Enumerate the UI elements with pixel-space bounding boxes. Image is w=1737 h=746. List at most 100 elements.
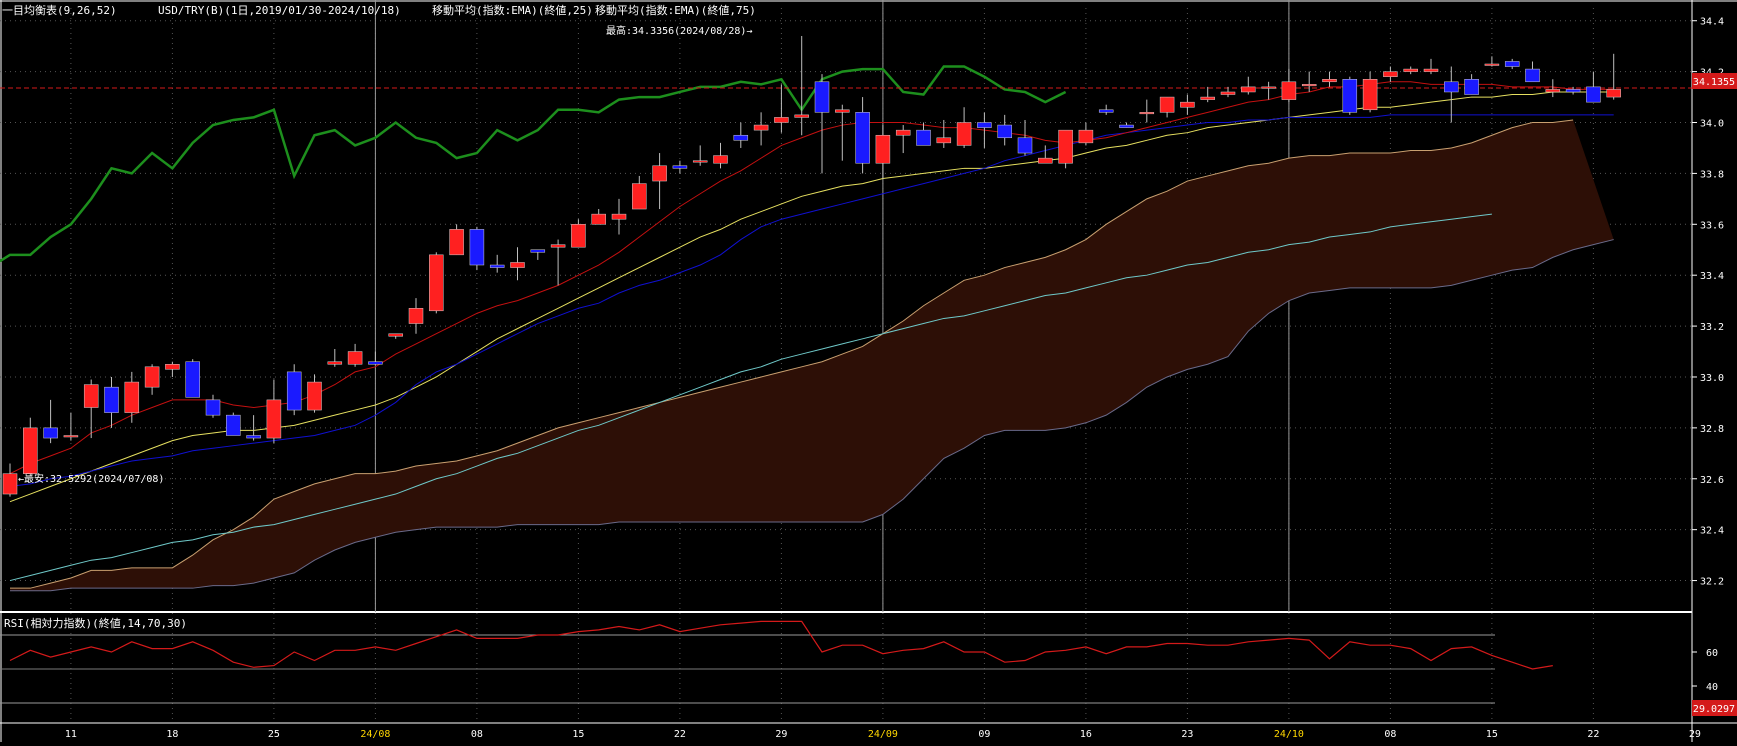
price-tick-label: 32.6: [1700, 475, 1724, 486]
rsi-value-tag: 29.0297: [1693, 704, 1735, 715]
time-tick-label: 16: [1080, 729, 1092, 740]
candle-up: [1301, 84, 1317, 87]
candle-up: [713, 155, 728, 164]
candle-up: [1545, 89, 1561, 93]
candle-up: [83, 384, 99, 408]
price-tick-label: 32.2: [1700, 577, 1724, 588]
candle-up: [632, 183, 647, 210]
price-tick-label: 33.8: [1700, 169, 1724, 180]
candle-up: [449, 229, 464, 256]
price-tick-label: 33.2: [1700, 322, 1724, 333]
candle-up: [1484, 63, 1500, 66]
candle-up: [875, 134, 891, 164]
candle-up: [2, 473, 18, 495]
time-tick-label: 24/09: [868, 729, 898, 740]
candle-up: [1281, 81, 1297, 100]
time-tick-label: 09: [978, 729, 990, 740]
candle-up: [652, 165, 667, 182]
last-price-tag: 34.1355: [1693, 77, 1735, 88]
time-tick-label: 15: [572, 729, 584, 740]
candle-up: [408, 308, 424, 324]
rsi-tick-label: 40: [1706, 682, 1718, 693]
candle-up: [611, 213, 627, 220]
candle-down: [1504, 61, 1520, 67]
candle-up: [1058, 129, 1073, 164]
candle-up: [23, 427, 38, 474]
price-tick-label: 34.4: [1700, 17, 1724, 28]
candle-down: [1017, 137, 1033, 154]
candle-down: [1119, 124, 1134, 128]
candle-up: [124, 381, 140, 413]
candle-up: [429, 254, 444, 312]
low-annotation: ←最安:32.5292(2024/07/08): [18, 472, 164, 485]
candle-down: [368, 361, 383, 365]
candle-up: [63, 435, 79, 438]
time-tick-label: 29: [1689, 729, 1701, 740]
candle-down: [1464, 79, 1479, 95]
price-tick-label: 33.6: [1700, 220, 1724, 231]
price-tick-label: 33.0: [1700, 373, 1724, 384]
candle-up: [1220, 91, 1236, 95]
candlestick-chart: 34.434.234.033.833.633.433.233.032.832.6…: [0, 0, 1737, 742]
candle-up: [753, 124, 769, 131]
candle-down: [733, 134, 749, 141]
candle-down: [246, 435, 261, 439]
candle-up: [1322, 79, 1337, 83]
candle-up: [327, 361, 343, 365]
candle-down: [916, 129, 931, 146]
time-tick-label: 25: [268, 729, 280, 740]
time-tick-label: 22: [674, 729, 686, 740]
time-tick-label: 22: [1587, 729, 1599, 740]
chart-area[interactable]: 34.434.234.033.833.633.433.233.032.832.6…: [0, 0, 1737, 742]
candle-up: [165, 364, 180, 370]
candle-up: [1139, 112, 1155, 115]
price-tick-label: 33.4: [1700, 271, 1724, 282]
legend-ema25: 移動平均(指数:EMA)(終値,25): [432, 3, 593, 17]
candle-up: [1078, 129, 1094, 144]
price-tick-label: 32.4: [1700, 526, 1724, 537]
time-tick-label: 08: [471, 729, 483, 740]
candle-up: [1362, 79, 1378, 111]
candle-down: [1565, 89, 1581, 93]
candle-down: [997, 124, 1012, 139]
time-tick-label: 08: [1384, 729, 1396, 740]
rsi-tick-label: 60: [1706, 648, 1718, 659]
price-tick-label: 32.8: [1700, 424, 1724, 435]
candle-up: [1038, 157, 1053, 164]
legend-ema75: 移動平均(指数:EMA)(終値,75): [595, 3, 756, 17]
candle-down: [855, 112, 870, 164]
candle-down: [104, 386, 119, 413]
candle-down: [185, 361, 200, 398]
legend-ichimoku: 一目均衡表(9,26,52): [2, 3, 117, 17]
candle-down: [489, 264, 505, 268]
legend-symbol: USD/TRY(B)(1日,2019/01/30-2024/10/18): [158, 4, 401, 17]
candle-down: [530, 249, 546, 253]
candle-up: [794, 114, 809, 118]
candle-down: [226, 414, 241, 436]
candle-up: [1403, 68, 1418, 72]
candle-down: [1098, 109, 1114, 113]
candle-up: [1200, 96, 1215, 100]
candle-down: [1586, 86, 1601, 103]
candle-up: [956, 122, 972, 146]
time-tick-label: 15: [1486, 729, 1498, 740]
candle-down: [286, 371, 302, 411]
candle-down: [1342, 79, 1358, 113]
candle-down: [1444, 81, 1459, 93]
rsi-title: RSI(相対力指数)(終値,14,70,30): [4, 616, 187, 630]
candle-up: [774, 117, 789, 123]
time-tick-label: 29: [775, 729, 787, 740]
candle-up: [1606, 89, 1621, 98]
time-tick-label: 24/08: [360, 729, 390, 740]
candle-up: [266, 399, 282, 439]
candle-up: [692, 160, 708, 163]
candle-down: [814, 81, 830, 113]
time-tick-label: 11: [65, 729, 77, 740]
candle-down: [977, 122, 992, 128]
candle-up: [1261, 86, 1276, 89]
price-tick-label: 34.0: [1700, 119, 1724, 130]
time-tick-label: 24/10: [1274, 729, 1304, 740]
candle-up: [571, 224, 586, 248]
candle-up: [1423, 68, 1439, 72]
candle-up: [1241, 86, 1256, 93]
